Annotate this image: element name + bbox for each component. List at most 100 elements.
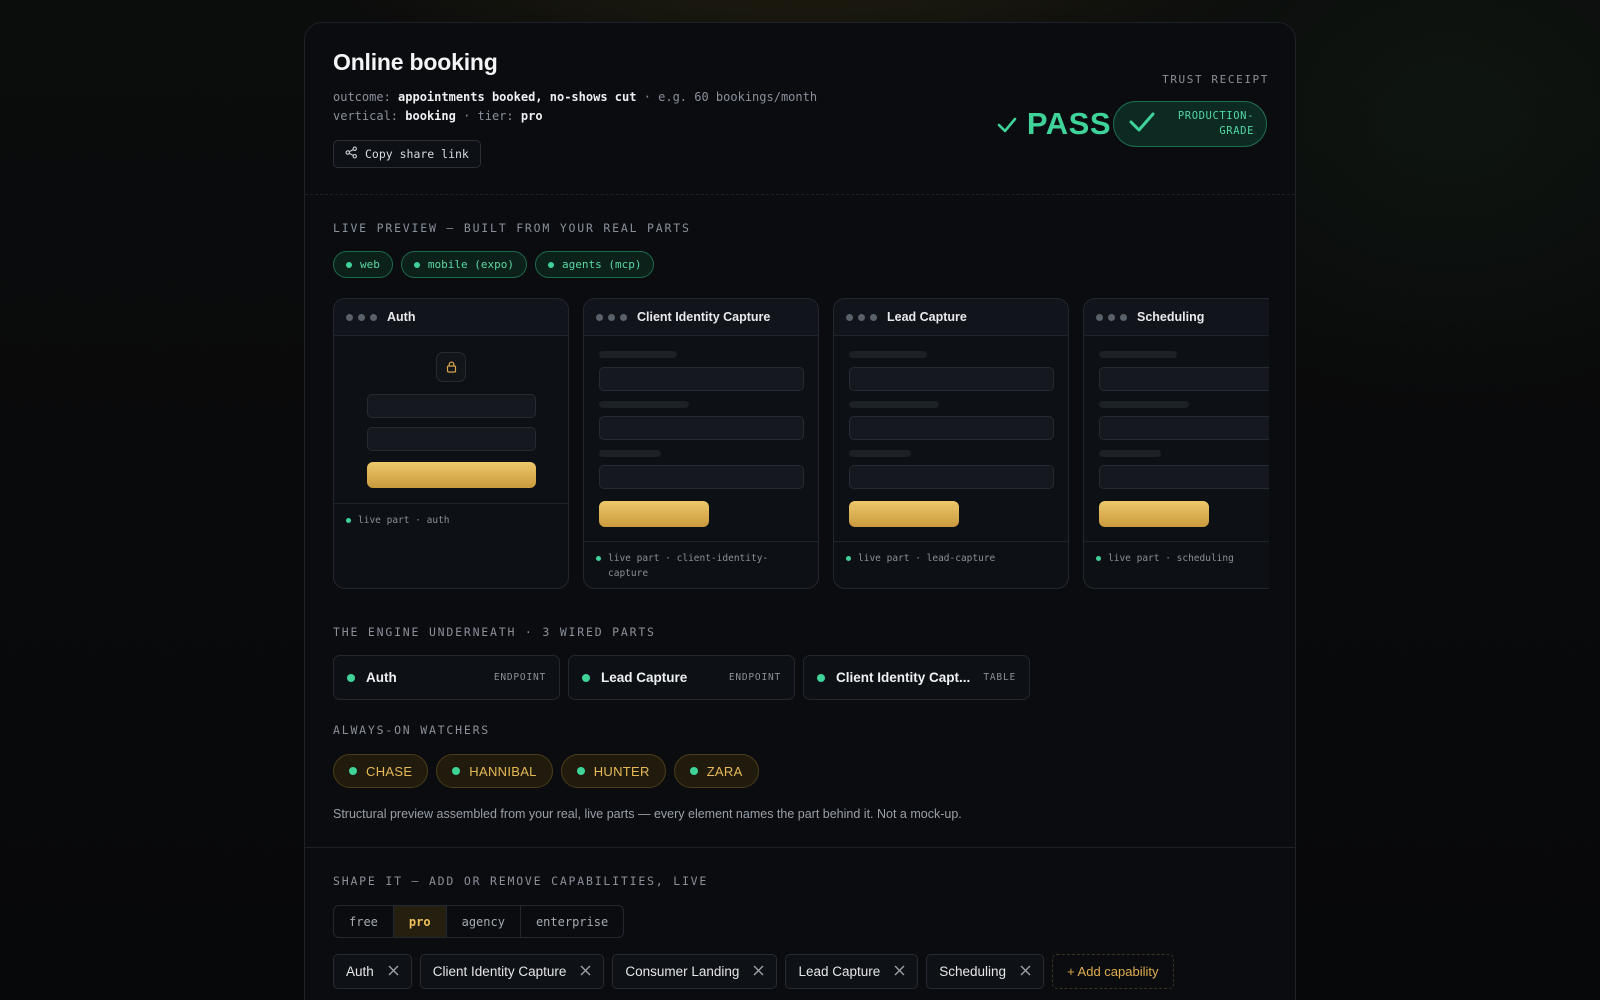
check-icon — [1128, 110, 1156, 139]
close-icon[interactable] — [753, 964, 764, 979]
watcher-zara[interactable]: ZARA — [673, 754, 759, 788]
submit-button-placeholder — [1099, 501, 1209, 527]
label-placeholder — [849, 401, 939, 408]
engine-part-auth[interactable]: Auth ENDPOINT — [333, 655, 560, 700]
field-placeholder — [599, 465, 804, 489]
vertical-label: vertical: — [333, 109, 399, 123]
card-title: Client Identity Capture — [637, 310, 771, 324]
tab-free[interactable]: free — [334, 906, 394, 937]
capability-label: Consumer Landing — [625, 964, 740, 979]
status-dot — [346, 261, 352, 268]
engine-part-client-identity-capture[interactable]: Client Identity Capt... TABLE — [803, 655, 1030, 700]
card-footer: live part · scheduling — [1084, 541, 1269, 575]
status-dot — [689, 767, 698, 775]
grade-label: PRODUCTION- GRADE — [1166, 109, 1254, 139]
window-dot — [608, 313, 615, 321]
card-footer-label: live part · client-identity-capture — [608, 553, 769, 579]
platform-chip-web[interactable]: web — [333, 251, 393, 278]
status-dot — [547, 261, 554, 268]
card-title: Scheduling — [1137, 310, 1205, 324]
card-titlebar: Scheduling — [1084, 299, 1269, 336]
engine-label: THE ENGINE UNDERNEATH · 3 WIRED PARTS — [333, 625, 656, 639]
shape-it-label: SHAPE IT — ADD OR REMOVE CAPABILITIES, L… — [333, 874, 709, 888]
status-dot — [582, 673, 590, 682]
status-dot — [576, 767, 585, 775]
platform-chip-mobile[interactable]: mobile (expo) — [400, 251, 527, 278]
window-dot — [370, 313, 377, 321]
status-dot — [1096, 556, 1101, 561]
divider — [305, 194, 1295, 195]
capability-consumer-landing: Consumer Landing — [612, 954, 778, 989]
tier-value: pro — [520, 109, 543, 123]
preview-card-client-identity-capture[interactable]: Client Identity Capture live part · clie… — [583, 298, 819, 589]
capability-auth: Auth — [333, 954, 412, 989]
close-icon[interactable] — [580, 964, 591, 979]
preview-note: Structural preview assembled from your r… — [333, 807, 962, 821]
divider — [305, 847, 1295, 848]
outcome-example: · e.g. 60 bookings/month — [643, 90, 818, 104]
watcher-label: CHASE — [366, 763, 413, 779]
preview-card-lead-capture[interactable]: Lead Capture live part · lead-capture — [833, 298, 1069, 589]
password-field-placeholder — [367, 427, 536, 451]
watchers-label: ALWAYS-ON WATCHERS — [333, 723, 491, 737]
watcher-hunter[interactable]: HUNTER — [560, 754, 666, 788]
capability-client-identity-capture: Client Identity Capture — [419, 954, 605, 989]
card-title: Lead Capture — [887, 310, 967, 324]
verdict: PASS PRODUCTION- GRADE — [997, 101, 1267, 147]
trust-receipt-panel: Online booking outcome: appointments boo… — [304, 22, 1296, 1000]
outcome-label: outcome: — [333, 90, 391, 104]
capability-label: Scheduling — [939, 964, 1007, 979]
engine-part-lead-capture[interactable]: Lead Capture ENDPOINT — [568, 655, 795, 700]
capability-label: Client Identity Capture — [432, 964, 567, 979]
grade-line-2: GRADE — [1219, 125, 1254, 137]
platform-chip-agents[interactable]: agents (mcp) — [534, 251, 655, 278]
copy-share-link-button[interactable]: Copy share link — [333, 140, 481, 168]
label-placeholder — [599, 351, 677, 358]
share-icon — [345, 146, 358, 162]
capability-scheduling: Scheduling — [926, 954, 1045, 989]
window-dot — [846, 313, 853, 321]
field-placeholder — [849, 465, 1054, 489]
status-dot — [452, 767, 461, 775]
trust-receipt-label: TRUST RECEIPT — [1162, 73, 1269, 86]
label-placeholder — [599, 450, 661, 457]
tier-label: · tier: — [463, 109, 514, 123]
window-dot — [870, 313, 877, 321]
watcher-label: HUNTER — [593, 763, 650, 779]
preview-card-auth[interactable]: Auth live part · auth — [333, 298, 569, 589]
label-placeholder — [599, 401, 689, 408]
watcher-list: CHASE HANNIBAL HUNTER ZARA — [333, 754, 759, 788]
capability-label: Lead Capture — [798, 964, 881, 979]
status-dot — [596, 556, 601, 561]
field-placeholder — [849, 416, 1054, 440]
close-icon[interactable] — [894, 964, 905, 979]
tab-agency[interactable]: agency — [447, 906, 521, 937]
close-icon[interactable] — [388, 964, 399, 979]
lock-icon — [436, 352, 466, 382]
pass-label: PASS — [1026, 106, 1111, 141]
capability-list: Auth Client Identity Capture Consumer La… — [333, 954, 1174, 989]
pass-status: PASS — [997, 106, 1111, 142]
live-preview-label: LIVE PREVIEW — BUILT FROM YOUR REAL PART… — [333, 221, 691, 235]
engine-part-type: ENDPOINT — [493, 672, 546, 683]
tab-enterprise[interactable]: enterprise — [521, 906, 623, 937]
outcome-value: appointments booked, no-shows cut — [398, 90, 637, 104]
page-title: Online booking — [333, 49, 498, 75]
vertical-value: booking — [405, 109, 456, 123]
field-placeholder — [599, 367, 804, 391]
watcher-hannibal[interactable]: HANNIBAL — [436, 754, 553, 788]
add-capability-button[interactable]: + Add capability — [1052, 954, 1174, 989]
preview-card-scheduling[interactable]: Scheduling live part · scheduling — [1083, 298, 1269, 589]
preview-cards: Auth live part · auth Client Identity Ca… — [333, 298, 1269, 590]
engine-part-type: TABLE — [983, 672, 1016, 683]
production-grade-badge: PRODUCTION- GRADE — [1113, 101, 1267, 147]
field-placeholder — [849, 367, 1054, 391]
close-icon[interactable] — [1020, 964, 1031, 979]
label-placeholder — [849, 450, 911, 457]
platform-chips: web mobile (expo) agents (mcp) — [333, 251, 655, 278]
window-dot — [596, 313, 603, 321]
tab-pro[interactable]: pro — [393, 906, 447, 937]
status-dot — [413, 261, 420, 268]
watcher-chase[interactable]: CHASE — [333, 754, 429, 788]
window-dot — [358, 313, 365, 321]
